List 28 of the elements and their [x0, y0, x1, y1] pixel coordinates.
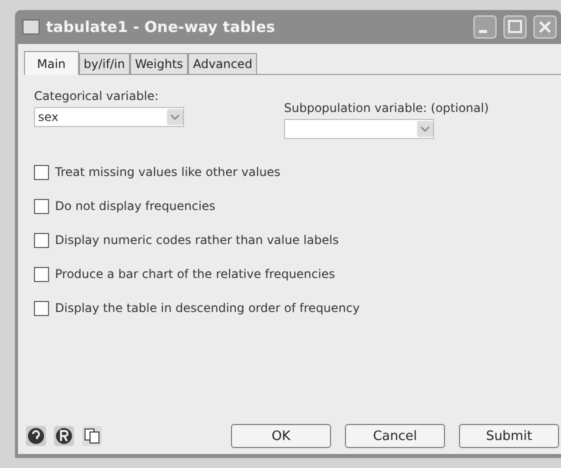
variable-dropdown[interactable]: sex — [34, 107, 184, 127]
field-label: Categorical variable: — [34, 89, 160, 103]
tab[interactable]: Weights — [130, 53, 188, 74]
checkbox-label: Do not display frequencies — [55, 199, 216, 213]
checkbox[interactable] — [34, 164, 49, 180]
checkbox-label: Treat missing values like other values — [55, 165, 280, 179]
copy-icon[interactable] — [82, 426, 102, 446]
checkbox-label: Display numeric codes rather than value labels — [55, 233, 339, 247]
tab[interactable]: Advanced — [188, 53, 258, 74]
checkbox-label: Produce a bar chart of the relative frequencies — [55, 267, 335, 281]
reset-icon[interactable] — [54, 426, 74, 446]
minimize-icon[interactable] — [473, 15, 497, 39]
window-icon — [22, 19, 40, 35]
window-title: tabulate1 - One-way tables — [46, 18, 276, 36]
maximize-icon[interactable] — [503, 15, 527, 39]
tab[interactable]: Main — [24, 51, 79, 75]
checkbox[interactable] — [34, 232, 49, 248]
dialog-button[interactable]: Submit — [459, 424, 559, 448]
checkbox[interactable] — [34, 198, 49, 214]
dialog-button[interactable]: Cancel — [345, 424, 445, 448]
help-icon[interactable] — [26, 426, 46, 446]
dialog-button[interactable]: OK — [231, 424, 331, 448]
field-label: Subpopulation variable: (optional) — [284, 101, 489, 115]
checkbox-label: Display the table in descending order of frequency — [55, 301, 360, 315]
checkbox[interactable] — [34, 266, 49, 282]
tab[interactable]: by/if/in — [78, 53, 130, 74]
close-icon[interactable] — [533, 15, 557, 39]
checkbox[interactable] — [34, 300, 49, 316]
